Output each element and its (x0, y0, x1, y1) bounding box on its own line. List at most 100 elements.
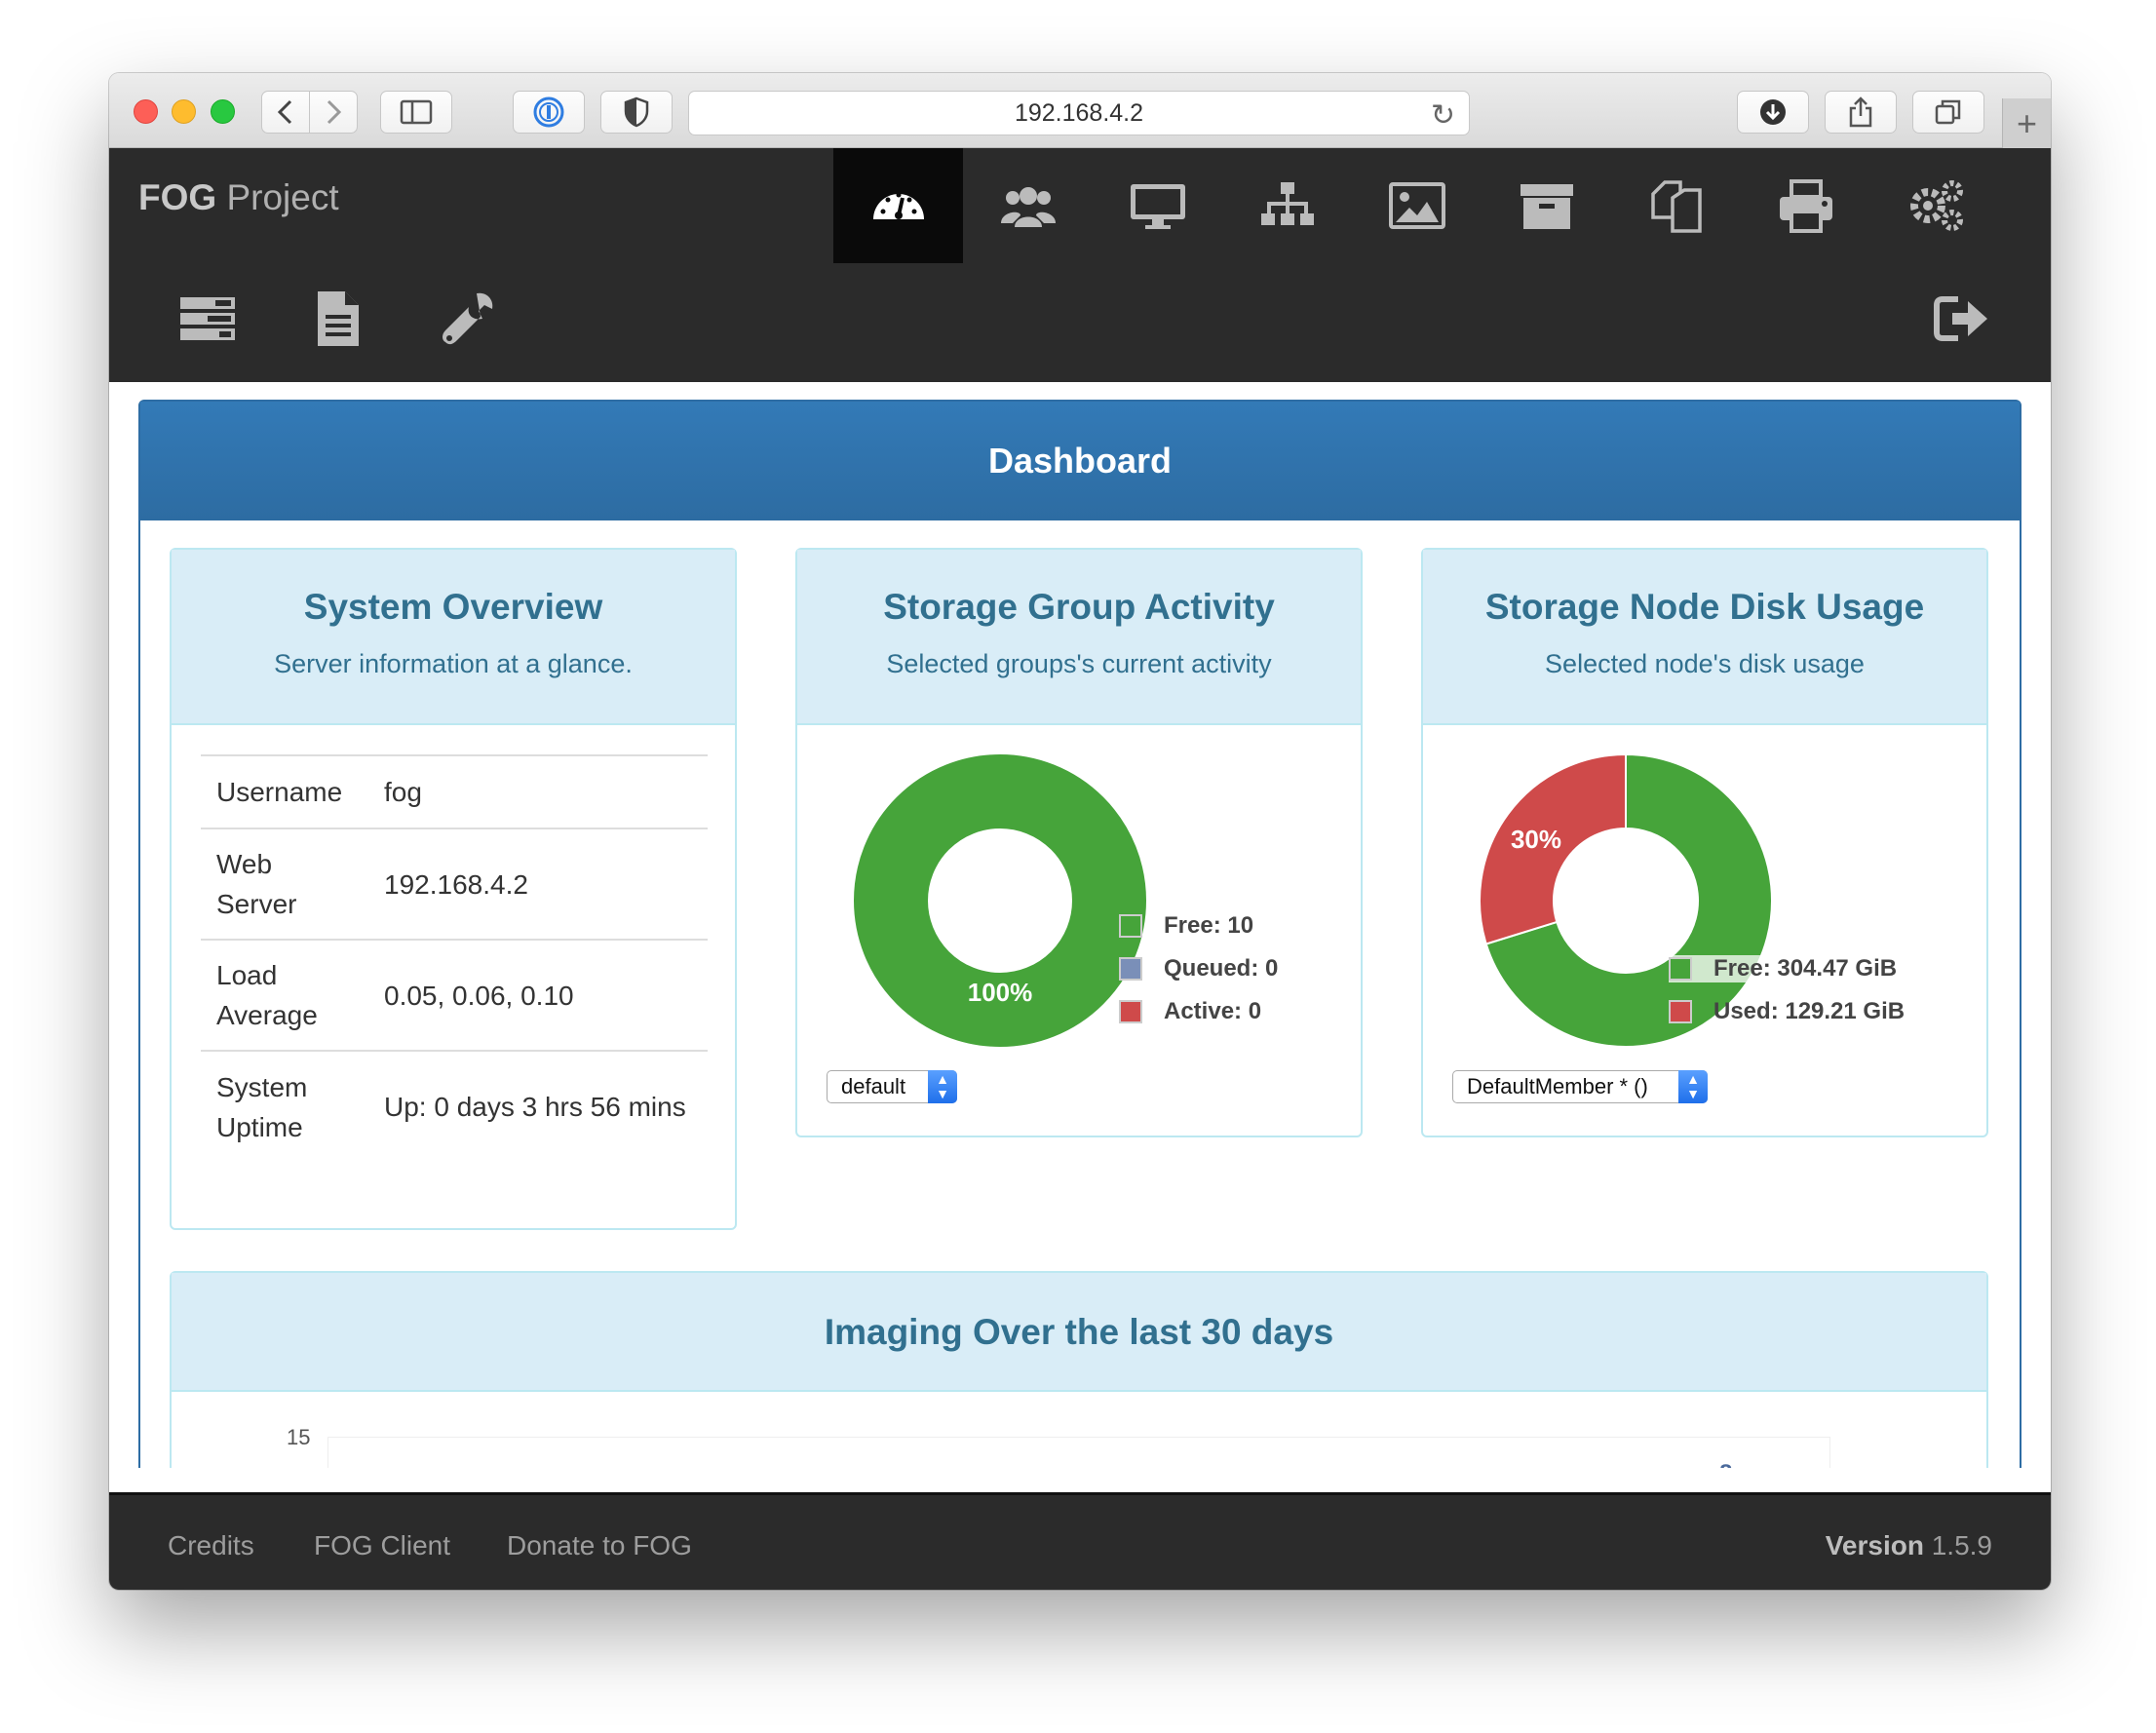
version-label: Version (1825, 1530, 1924, 1560)
printer-icon (1779, 179, 1832, 233)
storage-node-header: Storage Node Disk Usage Selected node's … (1423, 550, 1986, 725)
info-value: fog (368, 754, 708, 828)
nav-storage[interactable] (1482, 148, 1611, 263)
imaging-title: Imaging Over the last 30 days (824, 1312, 1334, 1352)
password-manager-button[interactable] (513, 91, 585, 134)
imaging-header: Imaging Over the last 30 days (172, 1273, 1986, 1392)
info-key: Web Server (201, 828, 368, 940)
back-button[interactable] (261, 91, 310, 134)
storage-group-subtitle: Selected groups's current activity (886, 649, 1272, 678)
legend-label: Free: 10 (1164, 912, 1254, 939)
system-overview-title: System Overview (303, 587, 603, 627)
dashboard-title: Dashboard (140, 402, 2020, 520)
share-icon (1849, 96, 1872, 128)
nav-plugins[interactable] (433, 285, 501, 353)
system-info-table: Username fog Web Server 192.168.4.2 Load… (201, 754, 708, 1162)
legend-used: Used: 129.21 GiB (1669, 998, 1905, 1025)
table-row: Load Average 0.05, 0.06, 0.10 (201, 939, 708, 1051)
nav-tasks[interactable] (173, 285, 242, 353)
table-row: System Uptime Up: 0 days 3 hrs 56 mins (201, 1050, 708, 1162)
legend-label: Used: 129.21 GiB (1713, 998, 1906, 1024)
select-value: DefaultMember * () (1467, 1074, 1648, 1098)
donut-slice-label: 100% (968, 978, 1033, 1007)
reload-icon[interactable]: ↻ (1431, 98, 1455, 133)
fog-navbar: FOG Project (109, 148, 2051, 382)
password-manager-icon (533, 96, 564, 128)
version-number: 1.5.9 (1931, 1530, 1992, 1560)
nav-printers[interactable] (1741, 148, 1870, 263)
nav-users[interactable] (963, 148, 1093, 263)
footer-link-fog-client[interactable]: FOG Client (314, 1530, 450, 1561)
share-button[interactable] (1825, 91, 1897, 134)
address-bar[interactable]: 192.168.4.2 ↻ (688, 91, 1470, 135)
storage-group-title: Storage Group Activity (883, 587, 1275, 627)
plus-icon: + (2016, 103, 2038, 143)
legend-swatch (1669, 1000, 1692, 1023)
logout-icon (1934, 296, 1987, 341)
table-row: Username fog (201, 754, 708, 828)
system-overview-subtitle: Server information at a glance. (274, 649, 633, 678)
dashboard-panel: Dashboard System Overview Server informa… (138, 400, 2021, 1468)
legend-free: Free: 10 (1119, 912, 1253, 940)
storage-group-header: Storage Group Activity Selected groups's… (797, 550, 1361, 725)
info-value: Up: 0 days 3 hrs 56 mins (368, 1050, 708, 1162)
y-axis-tick: 15 (287, 1425, 311, 1449)
report-icon (318, 291, 359, 346)
footer-link-credits[interactable]: Credits (168, 1530, 254, 1561)
imaging-card: Imaging Over the last 30 days 15 8 (170, 1271, 1988, 1468)
brand-logo[interactable]: FOG Project (138, 177, 339, 218)
storage-node-select[interactable]: DefaultMember * () ▲ ▼ (1452, 1070, 1708, 1103)
imaging-chart-area (327, 1437, 1830, 1468)
browser-toolbar: 192.168.4.2 ↻ + (109, 73, 2051, 149)
storage-group-select[interactable]: default ▲ ▼ (827, 1070, 957, 1103)
nav-images[interactable] (1352, 148, 1482, 263)
main-content: Dashboard System Overview Server informa… (109, 382, 2051, 1468)
info-key: Load Average (201, 939, 368, 1051)
legend-swatch (1669, 957, 1692, 981)
wrench-icon (443, 292, 493, 345)
nav-snapins[interactable] (1611, 148, 1741, 263)
info-value: 0.05, 0.06, 0.10 (368, 939, 708, 1051)
monitor-icon (1130, 184, 1185, 229)
close-window-button[interactable] (134, 99, 158, 124)
minimize-window-button[interactable] (172, 99, 196, 124)
storage-group-donut: 100% (854, 754, 1146, 1047)
version-info: Version 1.5.9 (1826, 1530, 1992, 1561)
nav-hosts[interactable] (1093, 148, 1222, 263)
brand-bold: FOG (138, 177, 217, 217)
legend-label: Free: 304.47 GiB (1713, 955, 1898, 982)
tasks-icon (180, 297, 235, 340)
zoom-window-button[interactable] (211, 99, 235, 124)
new-tab-button[interactable]: + (2002, 98, 2051, 149)
users-icon (1000, 187, 1056, 227)
forward-button[interactable] (309, 91, 358, 134)
brand-rest: Project (216, 177, 339, 217)
archive-icon (1520, 184, 1573, 229)
privacy-button[interactable] (600, 91, 673, 134)
chart-point-marker: 8 (1719, 1460, 1732, 1468)
nav-dashboard[interactable] (833, 148, 963, 263)
browser-window: 192.168.4.2 ↻ + FOG Project Dashboard Sy… (109, 73, 2051, 1590)
shield-icon (624, 96, 649, 128)
sitemap-icon (1260, 182, 1314, 225)
address-text: 192.168.4.2 (1014, 98, 1144, 127)
tabs-overview-button[interactable] (1912, 91, 1984, 134)
gears-icon (1909, 180, 1963, 231)
donut-slice-label: 30% (1511, 825, 1561, 854)
footer-link-donate[interactable]: Donate to FOG (507, 1530, 692, 1561)
tabs-icon (1935, 99, 1961, 125)
legend-label: Queued: 0 (1164, 955, 1279, 982)
legend-swatch (1119, 914, 1142, 938)
nav-logout[interactable] (1928, 285, 1996, 353)
image-icon (1388, 182, 1445, 229)
chevron-right-icon (327, 99, 342, 125)
downloads-button[interactable] (1737, 91, 1809, 134)
nav-reports[interactable] (303, 285, 371, 353)
nav-groups[interactable] (1222, 148, 1352, 263)
legend-active: Active: 0 (1119, 998, 1261, 1025)
nav-settings[interactable] (1870, 148, 2000, 263)
info-key: Username (201, 754, 368, 828)
storage-node-subtitle: Selected node's disk usage (1545, 649, 1865, 678)
sidebar-toggle-button[interactable] (380, 91, 452, 134)
legend-free: Free: 304.47 GiB (1669, 955, 1898, 982)
